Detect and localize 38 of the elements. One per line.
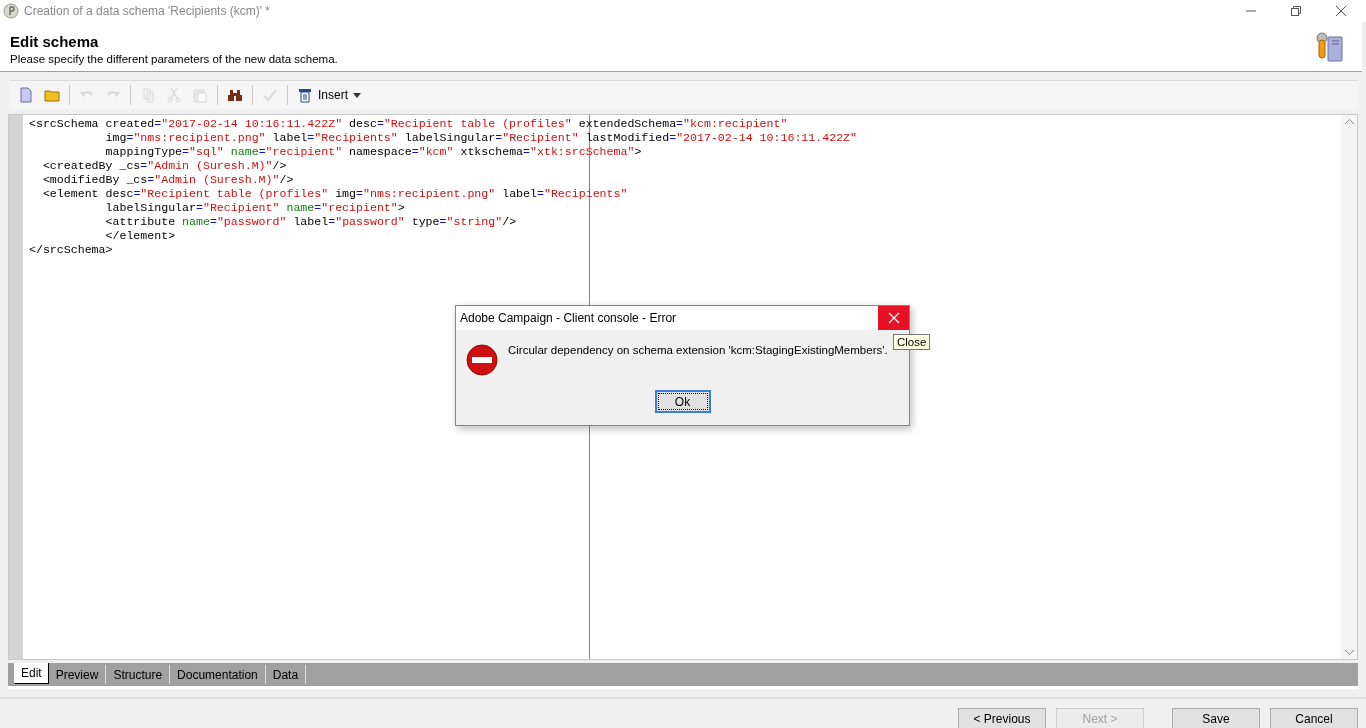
- close-icon[interactable]: [1335, 5, 1347, 17]
- tab[interactable]: Data: [265, 665, 307, 684]
- page-subtitle: Please specify the different parameters of the new data schema.: [10, 52, 338, 65]
- tab[interactable]: Preview: [48, 665, 107, 684]
- code-line: <createdBy _cs="Admin (Suresh.M)"/>: [41, 159, 287, 173]
- insert-menu-button[interactable]: Insert: [293, 85, 365, 105]
- tab[interactable]: Edit: [14, 663, 49, 684]
- app-logo-icon: [3, 3, 19, 19]
- dialog-title: Adobe Campaign - Client console - Error: [460, 311, 677, 325]
- footer-button[interactable]: Cancel: [1270, 708, 1358, 728]
- tooltip: Close: [893, 334, 931, 350]
- window-title: Creation of a data schema 'Recipients (kcm)' *: [24, 4, 271, 18]
- close-icon: [887, 312, 900, 324]
- restore-icon[interactable]: [1290, 5, 1302, 17]
- error-icon: [466, 344, 498, 376]
- footer-button[interactable]: < Previous: [958, 708, 1046, 728]
- ok-button[interactable]: Ok: [654, 390, 711, 413]
- tab[interactable]: Documentation: [170, 665, 266, 684]
- code-line: img="nms:recipient.png" label="Recipients" labelSingular="Recipient" lastModified="2017-02-14 10:16:11.422Z": [104, 131, 858, 145]
- code-line: <modifiedBy _cs="Admin (Suresh.M)"/>: [41, 173, 294, 187]
- code-line: mappingType="sql" name="recipient" namespace="kcm" xtkschema="xtk:srcSchema">: [104, 145, 642, 159]
- scroll-down-icon[interactable]: [1344, 649, 1354, 655]
- server-wrench-icon: [1316, 30, 1344, 63]
- caret-icon: [353, 92, 361, 98]
- insert-icon: [297, 87, 313, 103]
- code-line: </element>: [104, 229, 176, 243]
- error-message: Circular dependency on schema extension 'kcm:StagingExistingMembers'.: [508, 343, 888, 356]
- code-line: </srcSchema>: [29, 243, 113, 257]
- footer-button[interactable]: Save: [1172, 708, 1260, 728]
- vertical-scrollbar[interactable]: [1341, 115, 1357, 659]
- scroll-up-icon[interactable]: [1344, 119, 1354, 125]
- code-line: <srcSchema created="2017-02-14 10:16:11.422Z" desc="Recipient table (profiles" extendedSchema="kcm:recipient": [29, 117, 788, 131]
- code-line: <element desc="Recipient table (profiles" img="nms:recipient.png" label="Recipients": [41, 187, 628, 201]
- tab[interactable]: Structure: [106, 665, 171, 684]
- code-line: <attribute name="password" label="password" type="string"/>: [104, 215, 517, 229]
- page-title: Edit schema: [10, 32, 100, 50]
- code-line: labelSingular="Recipient" name="recipient">: [104, 201, 405, 215]
- close-button[interactable]: [878, 306, 909, 330]
